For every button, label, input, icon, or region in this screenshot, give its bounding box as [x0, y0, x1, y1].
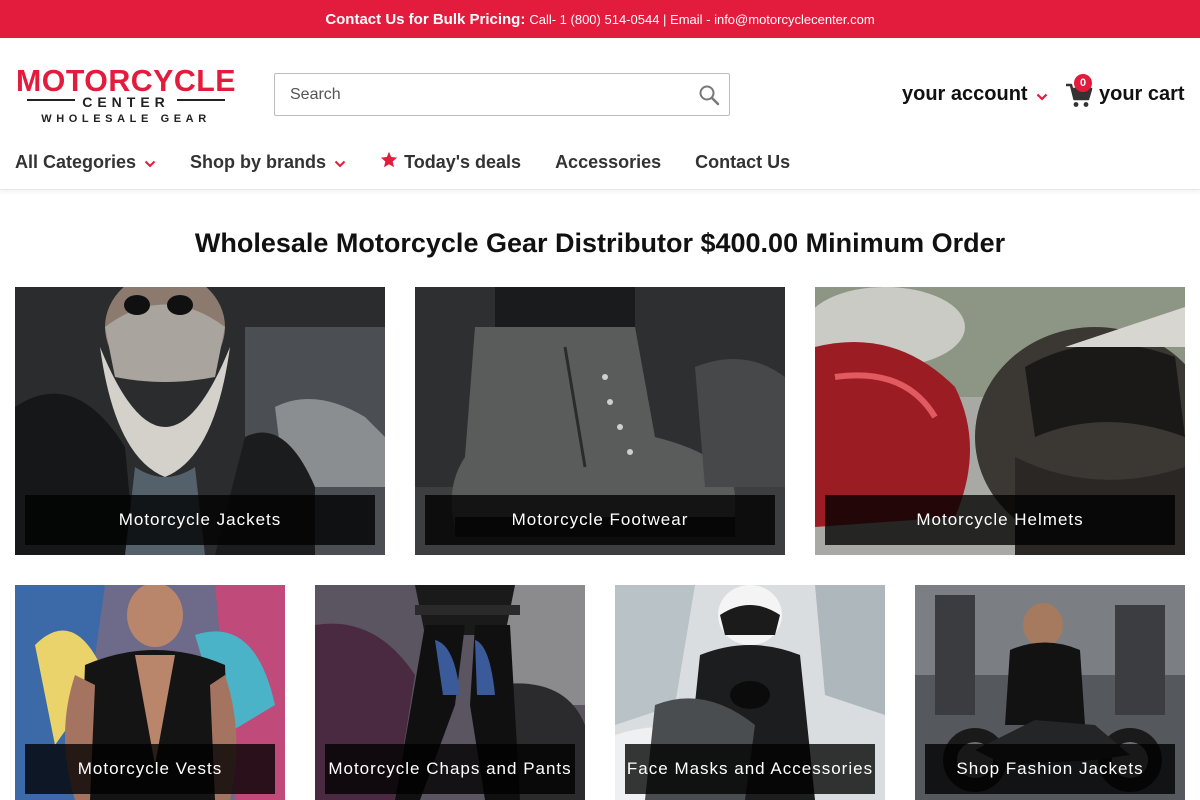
main-nav: All Categories Shop by brands Today's de…	[15, 150, 824, 174]
category-label: Face Masks and Accessories	[625, 744, 875, 794]
category-label: Motorcycle Footwear	[425, 495, 775, 545]
category-tile-helmets[interactable]: Motorcycle Helmets	[815, 287, 1185, 555]
nav-shop-by-brands[interactable]: Shop by brands	[190, 152, 346, 173]
nav-label: Today's deals	[404, 151, 522, 172]
cart-button[interactable]: 0 your cart	[1064, 74, 1185, 110]
category-tile-fashion-jackets[interactable]: Shop Fashion Jackets	[915, 585, 1185, 800]
search-box	[274, 73, 730, 116]
category-label: Shop Fashion Jackets	[925, 744, 1175, 794]
star-icon	[380, 151, 398, 173]
chevron-down-icon	[334, 152, 346, 173]
announcement-bar: Contact Us for Bulk Pricing: Call- 1 (80…	[0, 0, 1200, 38]
page-title: Wholesale Motorcycle Gear Distributor $4…	[194, 228, 1006, 258]
chevron-down-icon	[144, 152, 156, 173]
site-header: MOTORCYCLE CENTER WHOLESALE GEAR your ac…	[0, 38, 1200, 190]
search-icon[interactable]	[697, 83, 721, 107]
category-tile-face-masks[interactable]: Face Masks and Accessories	[615, 585, 885, 800]
account-label: your account	[902, 82, 1028, 105]
nav-todays-deals[interactable]: Today's deals	[380, 151, 521, 173]
bulk-pricing-label[interactable]: Contact Us for Bulk Pricing:	[325, 11, 525, 28]
category-tile-jackets[interactable]: Motorcycle Jackets	[15, 287, 385, 555]
nav-label: All Categories	[15, 151, 137, 172]
category-tile-chaps[interactable]: Motorcycle Chaps and Pants	[315, 585, 585, 800]
nav-accessories[interactable]: Accessories	[555, 152, 661, 173]
nav-label: Shop by brands	[190, 151, 327, 172]
account-menu[interactable]: your account	[902, 80, 1048, 108]
category-label: Motorcycle Jackets	[25, 495, 375, 545]
nav-label: Contact Us	[695, 151, 791, 172]
search-input[interactable]	[275, 74, 685, 115]
nav-contact-us[interactable]: Contact Us	[695, 152, 790, 173]
site-logo[interactable]: MOTORCYCLE CENTER WHOLESALE GEAR	[15, 66, 237, 124]
category-tile-vests[interactable]: Motorcycle Vests	[15, 585, 285, 800]
category-label: Motorcycle Chaps and Pants	[325, 744, 575, 794]
cart-icon: 0	[1064, 74, 1094, 109]
category-label: Motorcycle Vests	[25, 744, 275, 794]
cart-label: your cart	[1099, 82, 1185, 105]
category-tile-footwear[interactable]: Motorcycle Footwear	[415, 287, 785, 555]
nav-label: Accessories	[555, 151, 662, 172]
contact-details[interactable]: Call- 1 (800) 514-0544 | Email - info@mo…	[529, 12, 874, 27]
logo-line3: WHOLESALE GEAR	[41, 113, 211, 124]
nav-all-categories[interactable]: All Categories	[15, 152, 156, 173]
chevron-down-icon	[1036, 84, 1048, 107]
logo-line2: CENTER	[82, 94, 170, 110]
cart-count-badge: 0	[1074, 74, 1092, 92]
category-label: Motorcycle Helmets	[825, 495, 1175, 545]
